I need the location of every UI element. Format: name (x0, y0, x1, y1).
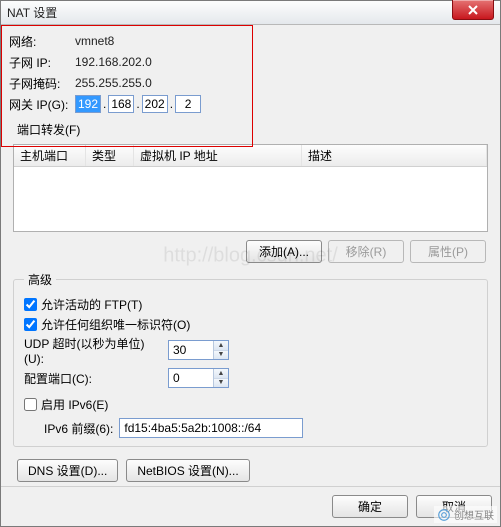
gateway-octet-4[interactable] (175, 95, 201, 113)
config-port-spinner[interactable]: ▲ ▼ (168, 368, 229, 388)
udp-timeout-label: UDP 超时(以秒为单位)(U): (24, 335, 164, 366)
col-vm-ip[interactable]: 虚拟机 IP 地址 (134, 145, 302, 166)
network-info: 网络: vmnet8 子网 IP: 192.168.202.0 子网掩码: 25… (9, 31, 492, 115)
allow-oui-label[interactable]: 允许任何组织唯一标识符(O) (41, 316, 190, 333)
enable-ipv6-label[interactable]: 启用 IPv6(E) (41, 396, 108, 413)
allow-oui-checkbox[interactable] (24, 318, 37, 331)
subnet-mask-value: 255.255.255.0 (75, 76, 152, 90)
properties-button: 属性(P) (410, 240, 486, 263)
col-desc[interactable]: 描述 (302, 145, 487, 166)
subnet-mask-label: 子网掩码: (9, 75, 75, 92)
allow-active-ftp-label[interactable]: 允许活动的 FTP(T) (41, 296, 142, 313)
titlebar: NAT 设置 (1, 1, 500, 25)
enable-ipv6-checkbox[interactable] (24, 398, 37, 411)
subnet-ip-value: 192.168.202.0 (75, 55, 152, 69)
config-port-input[interactable] (169, 369, 213, 387)
remove-button: 移除(R) (328, 240, 404, 263)
add-button[interactable]: 添加(A)... (246, 240, 322, 263)
config-port-label: 配置端口(C): (24, 370, 164, 387)
network-label: 网络: (9, 33, 75, 50)
brand-text: 创想互联 (454, 507, 494, 522)
udp-timeout-input[interactable] (169, 341, 213, 359)
brand-badge: 创想互联 (434, 506, 497, 523)
subnet-ip-label: 子网 IP: (9, 54, 75, 71)
ok-button[interactable]: 确定 (332, 495, 408, 518)
ipv6-prefix-input[interactable] (119, 418, 303, 438)
port-forward-table[interactable]: 主机端口 类型 虚拟机 IP 地址 描述 (13, 144, 488, 232)
dialog-footer: 确定 取消 (1, 486, 500, 526)
ipv6-prefix-label: IPv6 前缀(6): (44, 420, 113, 437)
advanced-group: 高级 允许活动的 FTP(T) 允许任何组织唯一标识符(O) UDP 超时(以秒… (13, 271, 488, 447)
window-title: NAT 设置 (7, 4, 57, 21)
config-port-down[interactable]: ▼ (214, 379, 228, 388)
close-icon (468, 5, 478, 15)
brand-icon (437, 508, 451, 522)
allow-active-ftp-checkbox[interactable] (24, 298, 37, 311)
gateway-octet-2[interactable] (108, 95, 134, 113)
advanced-legend: 高级 (24, 271, 56, 288)
gateway-octet-3[interactable] (142, 95, 168, 113)
dns-settings-button[interactable]: DNS 设置(D)... (17, 459, 118, 482)
close-button[interactable] (452, 0, 494, 20)
gateway-octet-1[interactable] (75, 95, 101, 113)
udp-timeout-down[interactable]: ▼ (214, 351, 228, 360)
config-port-up[interactable]: ▲ (214, 369, 228, 379)
col-type[interactable]: 类型 (86, 145, 134, 166)
udp-timeout-up[interactable]: ▲ (214, 341, 228, 351)
port-forward-label: 端口转发(F) (17, 121, 492, 138)
table-header: 主机端口 类型 虚拟机 IP 地址 描述 (14, 145, 487, 167)
udp-timeout-spinner[interactable]: ▲ ▼ (168, 340, 229, 360)
netbios-settings-button[interactable]: NetBIOS 设置(N)... (126, 459, 249, 482)
col-host-port[interactable]: 主机端口 (14, 145, 86, 166)
network-value: vmnet8 (75, 34, 114, 48)
nat-settings-window: NAT 设置 http://blog.csdn.net/ 网络: vmnet8 … (0, 0, 501, 527)
gateway-label: 网关 IP(G): (9, 96, 75, 113)
table-body[interactable] (14, 167, 487, 231)
gateway-ip-field[interactable]: . . . (75, 95, 201, 113)
